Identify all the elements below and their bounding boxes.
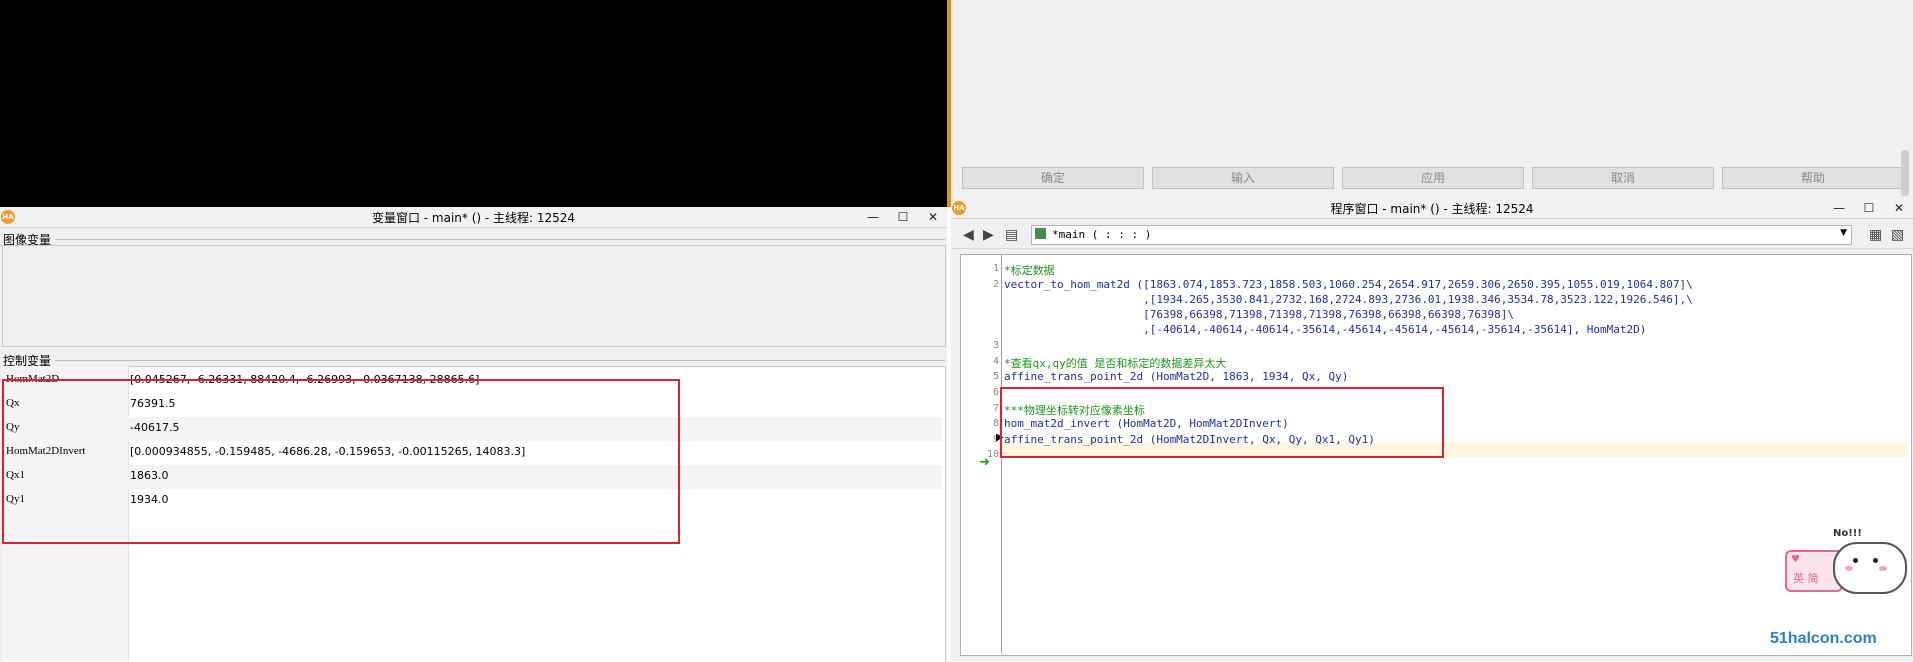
cancel-button[interactable]: 取消 [1532, 167, 1714, 189]
watermark: 51halcon.com [1770, 630, 1877, 647]
code-line[interactable]: ,[-40614,-40614,-40614,-35614,-45614,-45… [1004, 323, 1646, 336]
line-number[interactable]: 6 [961, 387, 999, 398]
tool-icon[interactable]: ▧ [1891, 227, 1904, 243]
maximize-icon[interactable]: ☐ [1861, 201, 1877, 215]
minimize-icon[interactable]: — [1831, 201, 1847, 215]
maximize-icon[interactable]: ☐ [895, 210, 911, 224]
minimize-icon[interactable]: — [865, 210, 881, 224]
code-line[interactable]: [76398,66398,71398,71398,71398,76398,663… [1004, 308, 1514, 321]
divider [55, 360, 945, 361]
close-icon[interactable]: ✕ [1891, 201, 1907, 215]
line-number[interactable]: 2 [961, 279, 999, 290]
highlight-box [2, 379, 680, 544]
sticker-image: No!!! ♥ 英 简 [1785, 528, 1911, 594]
chevron-down-icon[interactable]: ▼ [1840, 228, 1847, 238]
sticker-caption: No!!! [1833, 528, 1862, 539]
print-icon[interactable]: ▦ [1869, 227, 1882, 243]
code-line[interactable]: vector_to_hom_mat2d ([1863.074,1853.723,… [1004, 278, 1693, 291]
back-arrow-icon[interactable]: ◀ [963, 227, 974, 243]
divider [55, 239, 945, 240]
line-number[interactable]: 1 [961, 263, 999, 274]
variable-window-titlebar[interactable]: HA 变量窗口 - main* () - 主线程: 12524 — ☐ ✕ [0, 207, 947, 228]
code-line[interactable]: *标定数据 [1004, 262, 1055, 278]
help-button[interactable]: 帮助 [1722, 167, 1904, 189]
line-number[interactable]: 7 [961, 403, 999, 414]
enter-button[interactable]: 输入 [1152, 167, 1334, 189]
line-number[interactable]: 9 [961, 434, 999, 445]
close-icon[interactable]: ✕ [925, 210, 941, 224]
forward-arrow-icon[interactable]: ▶ [983, 227, 994, 243]
cartoon-face-icon [1833, 542, 1907, 594]
scrollbar-thumb[interactable] [1901, 150, 1909, 196]
graphics-window[interactable] [0, 0, 947, 207]
halcon-logo-icon: HA [952, 201, 966, 215]
program-counter-icon: ➜ [979, 455, 990, 470]
procedure-select[interactable]: *main ( : : : ) ▼ [1031, 225, 1852, 245]
program-window-title: 程序窗口 - main* () - 主线程: 12524 [1330, 201, 1534, 216]
line-number[interactable]: 3 [961, 340, 999, 351]
image-vars-panel[interactable] [2, 245, 946, 347]
sticker-label: 英 简 [1793, 572, 1819, 585]
variable-window-title: 变量窗口 - main* () - 主线程: 12524 [371, 210, 576, 225]
program-window-titlebar[interactable]: HA 程序窗口 - main* () - 主线程: 12524 — ☐ ✕ [951, 198, 1913, 219]
heart-icon: ♥ [1791, 554, 1800, 565]
ok-button[interactable]: 确定 [962, 167, 1144, 189]
line-number[interactable]: 4 [961, 356, 999, 367]
code-line[interactable]: ,[1934.265,3530.841,2732.168,2724.893,27… [1004, 293, 1693, 306]
code-line[interactable]: *查看qx,qy的值 是否和标定的数据差异太大 [1004, 355, 1226, 371]
apply-button[interactable]: 应用 [1342, 167, 1524, 189]
code-line[interactable]: affine_trans_point_2d (HomMat2D, 1863, 1… [1004, 370, 1348, 383]
halcon-logo-icon: HA [1, 210, 15, 224]
procedure-icon [1035, 228, 1046, 239]
line-number[interactable]: 5 [961, 371, 999, 382]
procedure-name: *main ( : : : ) [1052, 228, 1152, 241]
highlight-box [1000, 387, 1444, 458]
line-number[interactable]: 8 [961, 418, 999, 429]
folder-icon[interactable]: ▤ [1005, 227, 1018, 243]
